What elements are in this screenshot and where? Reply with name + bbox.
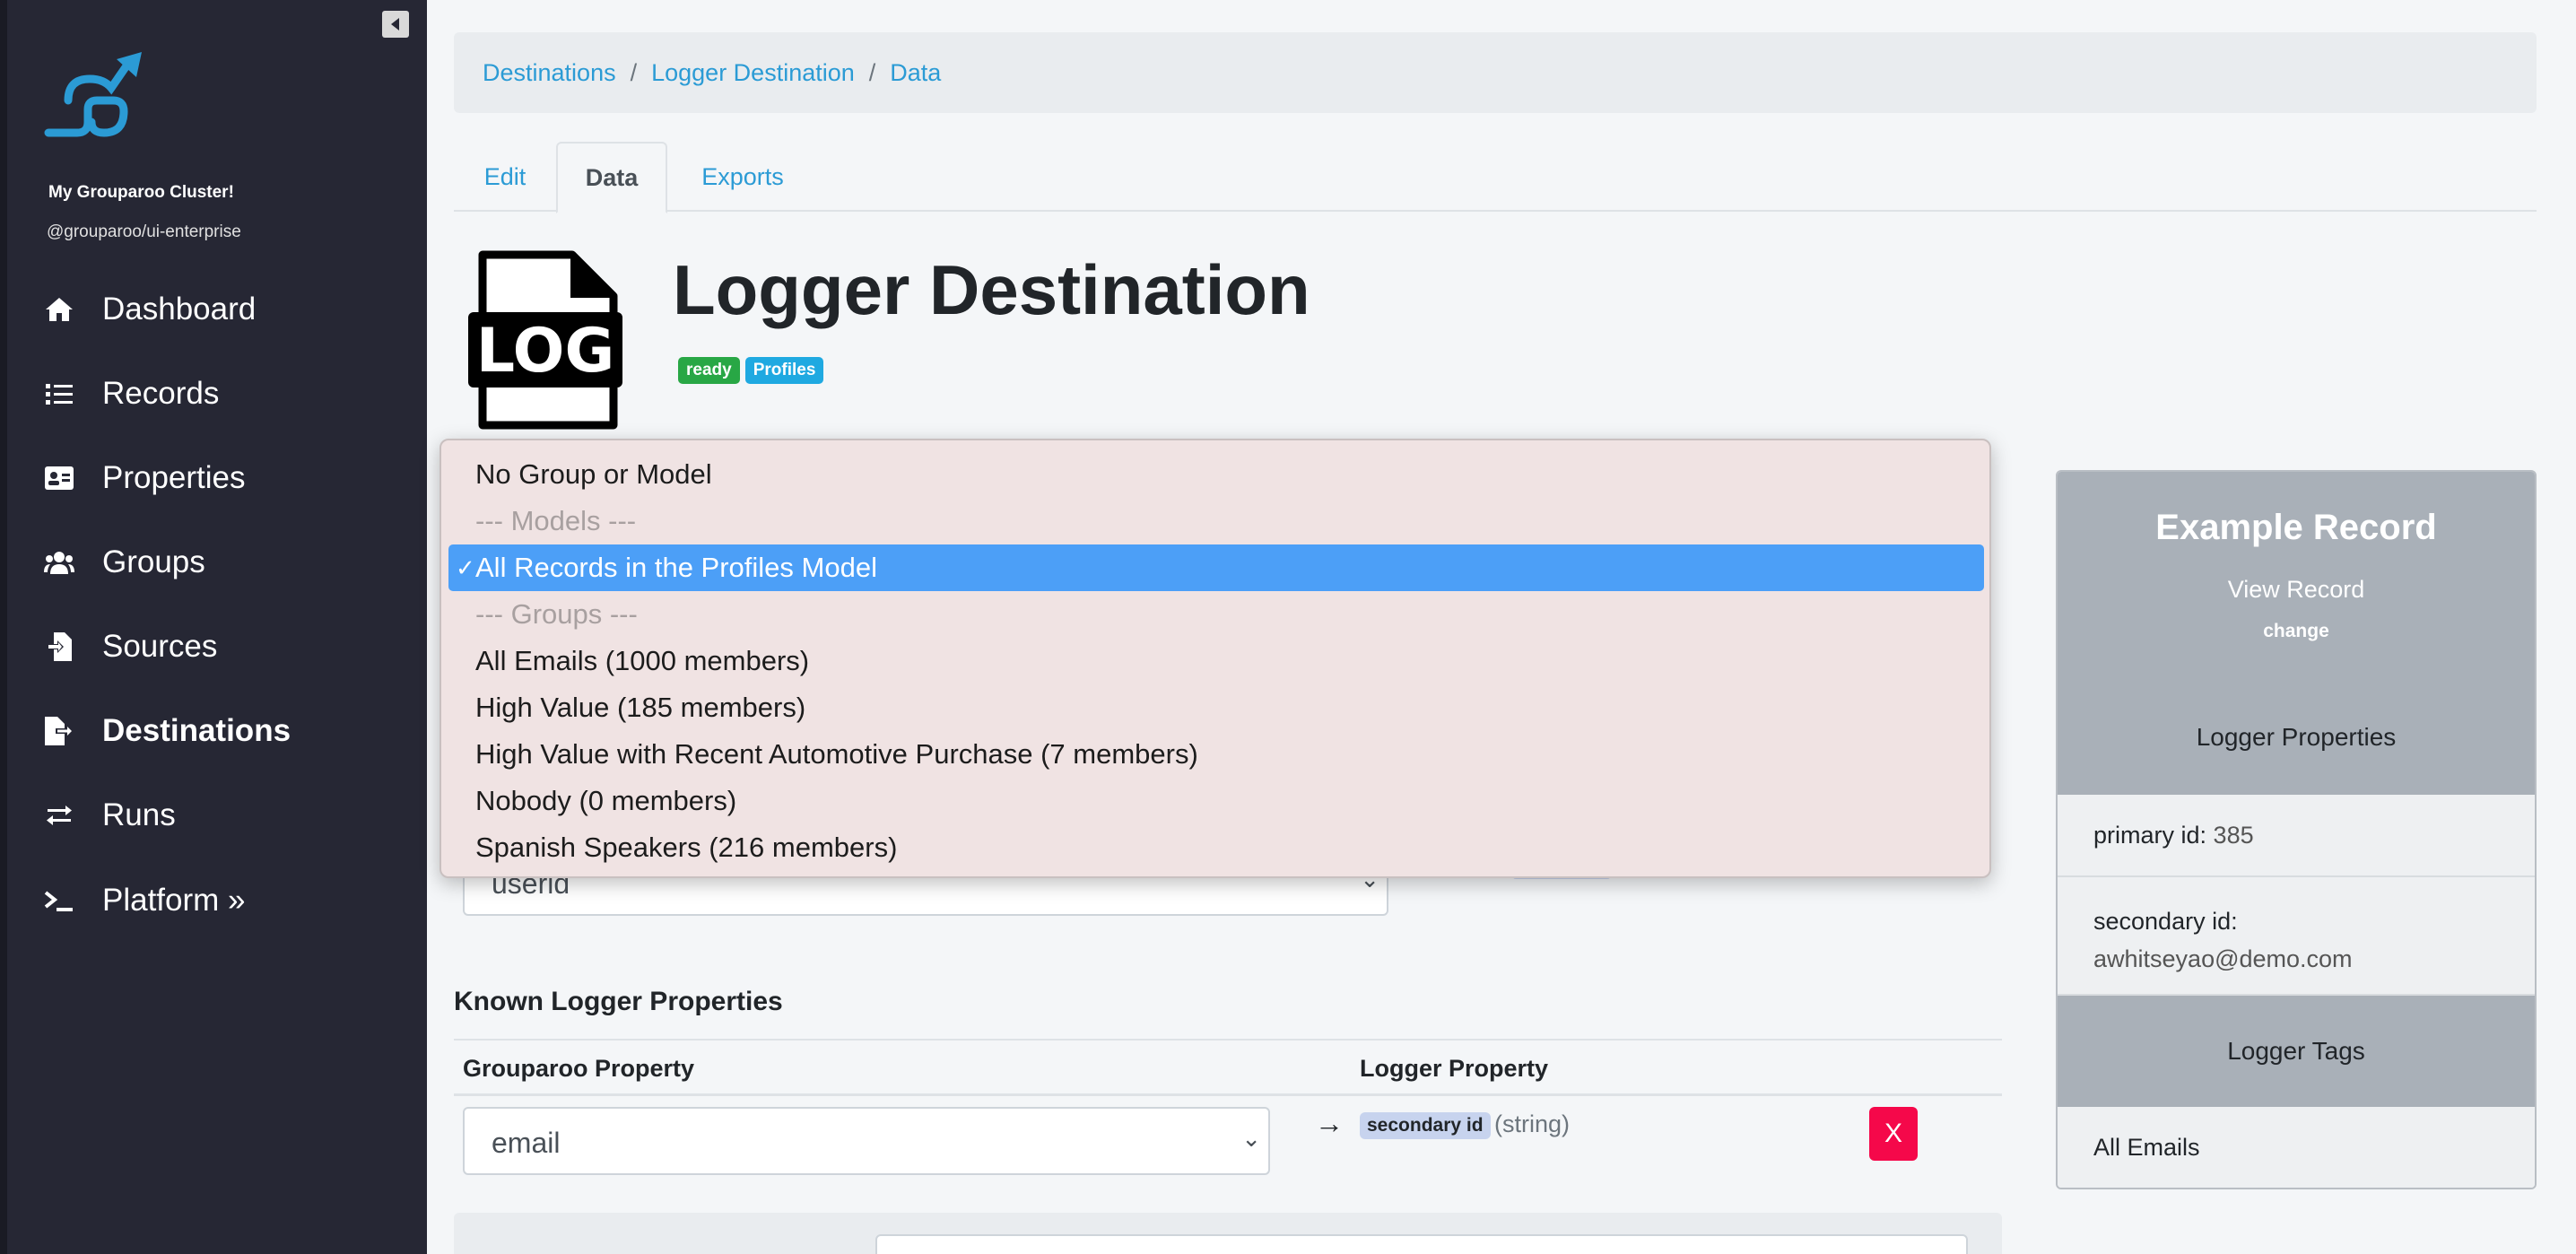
exchange-icon (43, 799, 75, 832)
card-title: Example Record (2155, 508, 2437, 547)
grouparoo-property-select[interactable]: email ⌄ (463, 1107, 1270, 1175)
option-label: Nobody (0 members) (475, 785, 737, 816)
sidebar-item-label: Properties (102, 460, 246, 495)
model-badge-profiles: Profiles (744, 357, 824, 384)
option-label: High Value (185 members) (475, 692, 806, 723)
sidebar-item-label: Sources (102, 629, 218, 664)
tab-exports[interactable]: Exports (667, 142, 818, 212)
sidebar-item-label: Destinations (102, 713, 292, 748)
status-badge-ready: ready (678, 357, 740, 384)
caret-left-icon (391, 18, 399, 30)
list-icon (43, 378, 75, 410)
example-record-card: Example Record View Record change Logger… (2056, 470, 2537, 1189)
column-header-logger: Logger Property (1360, 1055, 1549, 1082)
option-label: High Value with Recent Automotive Purcha… (475, 738, 1198, 770)
status-badges: ready Profiles (678, 357, 824, 384)
chevron-down-icon: ⌄ (1241, 1125, 1261, 1152)
column-header-grouparoo: Grouparoo Property (463, 1055, 695, 1082)
sidebar-item-runs[interactable]: Runs (43, 788, 176, 842)
option-label: --- Models --- (475, 505, 637, 536)
view-record-link[interactable]: View Record (2058, 576, 2535, 604)
breadcrumb: Destinations / Logger Destination / Data (454, 32, 2537, 113)
log-icon-text: LOG (476, 316, 615, 387)
sidebar-item-dashboard[interactable]: Dashboard (43, 283, 256, 336)
sidebar: My Grouparoo Cluster! @grouparoo/ui-ente… (7, 0, 427, 1254)
record-property-item: secondary id: awhitseyao@demo.com (2058, 877, 2535, 996)
sidebar-item-label: Groups (102, 544, 205, 579)
sidebar-item-sources[interactable]: Sources (43, 620, 217, 674)
page-title: Logger Destination (673, 250, 1310, 329)
dropdown-option[interactable]: High Value (185 members) (448, 684, 1984, 731)
collapse-sidebar-button[interactable] (382, 11, 409, 38)
sidebar-item-label: Runs (102, 797, 176, 832)
sidebar-item-properties[interactable]: Properties (43, 451, 246, 505)
right-arrow-icon: → (1315, 1107, 1344, 1139)
tab-edit[interactable]: Edit (454, 142, 556, 212)
users-icon (43, 546, 75, 579)
dropdown-option[interactable]: No Group or Model (448, 451, 1984, 498)
window-edge (0, 0, 7, 1254)
change-record-link[interactable]: change (2058, 621, 2535, 642)
option-label: All Records in the Profiles Model (475, 552, 877, 583)
property-value: awhitseyao@demo.com (2093, 945, 2353, 972)
log-file-icon: LOG (468, 250, 622, 430)
table-row: email ⌄ → secondary id (string) X (454, 1096, 2002, 1186)
table-header: Grouparoo Property Logger Property (454, 1039, 2002, 1096)
logger-tags-heading: Logger Tags (2058, 996, 2535, 1107)
remove-mapping-button[interactable]: X (1869, 1107, 1918, 1161)
dropdown-option[interactable]: Spanish Speakers (216 members) (448, 824, 1984, 871)
grouparoo-logo (44, 52, 142, 137)
logger-properties-heading: Logger Properties (2196, 723, 2397, 751)
breadcrumb-separator: / (868, 58, 876, 86)
file-export-icon (43, 715, 75, 747)
record-tag-item: All Emails (2058, 1107, 2535, 1188)
record-property-item: primary id: 385 (2058, 795, 2535, 877)
sidebar-item-label: Dashboard (102, 292, 257, 327)
option-label: No Group or Model (475, 458, 712, 490)
cluster-name: My Grouparoo Cluster! (48, 183, 234, 202)
dropdown-option-selected[interactable]: ✓ All Records in the Profiles Model (448, 544, 1984, 591)
option-label: --- Groups --- (475, 598, 638, 630)
logger-property-chip: secondary id (1360, 1112, 1491, 1139)
dropdown-option-header: --- Models --- (448, 498, 1984, 544)
breadcrumb-separator: / (630, 58, 638, 86)
sidebar-item-destinations[interactable]: Destinations (43, 704, 291, 758)
logger-property-type: (string) (1494, 1110, 1571, 1137)
tab-bar: Edit Data Exports (454, 142, 2537, 213)
breadcrumb-data-link[interactable]: Data (890, 59, 941, 87)
dropdown-option[interactable]: High Value with Recent Automotive Purcha… (448, 731, 1984, 778)
mapping-table: Grouparoo Property Logger Property email… (454, 1039, 2002, 1186)
dropdown-option-header: --- Groups --- (448, 591, 1984, 638)
breadcrumb-destinations-link[interactable]: Destinations (483, 59, 616, 87)
file-import-icon (43, 631, 75, 663)
id-card-icon (43, 462, 75, 494)
dropdown-option[interactable]: Nobody (0 members) (448, 778, 1984, 824)
property-key: primary id: (2093, 822, 2207, 849)
sidebar-item-groups[interactable]: Groups (43, 536, 205, 589)
cluster-package: @grouparoo/ui-enterprise (47, 222, 241, 241)
group-model-dropdown-menu: No Group or Model --- Models --- ✓ All Re… (439, 439, 1991, 878)
dropdown-option[interactable]: All Emails (1000 members) (448, 638, 1984, 684)
terminal-icon (43, 884, 75, 917)
property-key: secondary id: (2093, 908, 2238, 935)
property-value: 385 (2213, 822, 2254, 849)
breadcrumb-logger-destination-link[interactable]: Logger Destination (651, 59, 855, 87)
option-label: All Emails (1000 members) (475, 645, 810, 676)
sidebar-item-label: Records (102, 376, 220, 411)
sidebar-item-label: Platform » (102, 883, 246, 918)
grouparoo-property-value: email (492, 1127, 561, 1159)
add-mapping-select[interactable] (875, 1234, 1968, 1254)
known-properties-title: Known Logger Properties (454, 987, 783, 1016)
add-mapping-panel (454, 1213, 2002, 1254)
sidebar-item-platform[interactable]: Platform » (43, 874, 246, 927)
sidebar-item-records[interactable]: Records (43, 367, 219, 421)
card-header: Example Record View Record change Logger… (2058, 472, 2535, 795)
check-icon: ✓ (456, 553, 475, 581)
home-icon (43, 293, 75, 326)
option-label: Spanish Speakers (216 members) (475, 832, 898, 863)
tab-data[interactable]: Data (556, 142, 667, 213)
